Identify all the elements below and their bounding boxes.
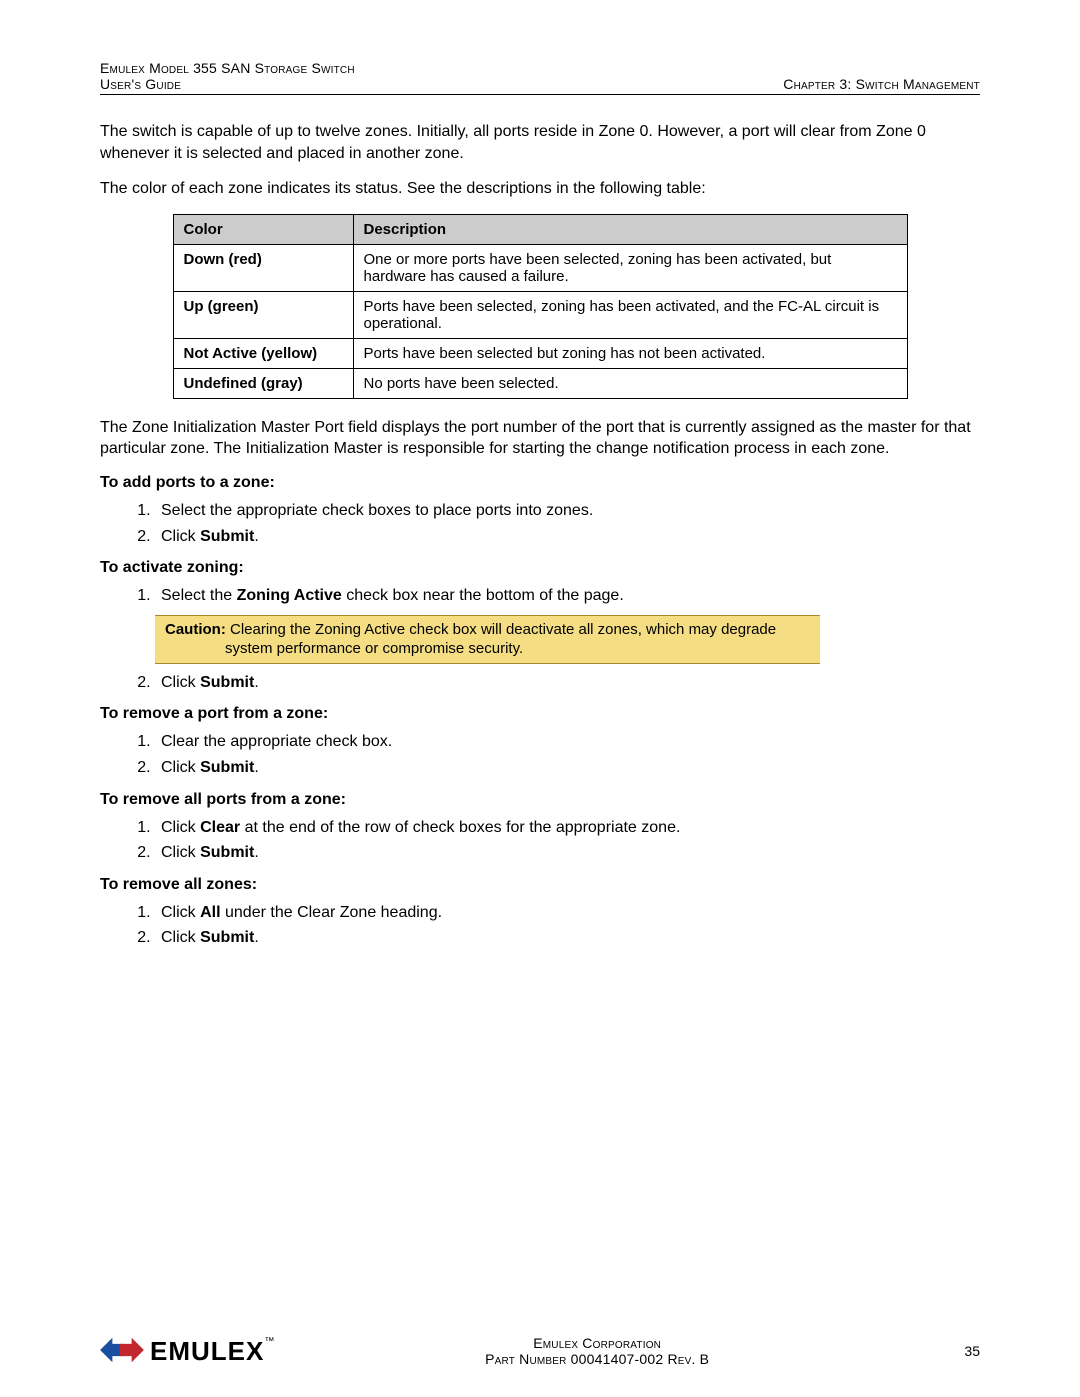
step-text: Click (161, 759, 200, 776)
procedure-remove-port: Clear the appropriate check box. Click S… (135, 729, 980, 780)
procedure-add-ports: Select the appropriate check boxes to pl… (135, 498, 980, 549)
step-bold: Submit (200, 929, 254, 946)
step: Click Submit. (155, 670, 980, 696)
header-guide: User's Guide (100, 76, 355, 92)
zone-status-table: Color Description Down (red) One or more… (173, 214, 908, 399)
step: Click Submit. (155, 925, 980, 951)
step-bold: All (200, 904, 220, 921)
cell-color: Down (red) (173, 244, 353, 291)
emulex-logo-icon (100, 1336, 144, 1367)
procedure-title-remove-all-ports: To remove all ports from a zone: (100, 791, 980, 809)
step-text: . (254, 759, 258, 776)
logo-text: EMULEX™ (150, 1336, 274, 1367)
col-header-color: Color (173, 214, 353, 244)
procedure-title-remove-port: To remove a port from a zone: (100, 705, 980, 723)
col-header-description: Description (353, 214, 907, 244)
step-text: under the Clear Zone heading. (221, 904, 442, 921)
table-row: Not Active (yellow) Ports have been sele… (173, 338, 907, 368)
step: Select the Zoning Active check box near … (155, 583, 980, 609)
cell-color: Not Active (yellow) (173, 338, 353, 368)
step: Click Clear at the end of the row of che… (155, 815, 980, 841)
emulex-logo: EMULEX™ (100, 1336, 274, 1367)
intro-paragraph-2: The color of each zone indicates its sta… (100, 178, 980, 200)
step: Clear the appropriate check box. (155, 729, 980, 755)
table-row: Undefined (gray) No ports have been sele… (173, 368, 907, 398)
step-text: Click (161, 904, 200, 921)
header-product: Emulex Model 355 SAN Storage Switch (100, 60, 355, 76)
step-text: . (254, 929, 258, 946)
logo-wordmark: EMULEX (150, 1336, 264, 1366)
caution-label: Caution: (165, 621, 226, 638)
step-text: Click (161, 528, 200, 545)
step-text: Click (161, 844, 200, 861)
step: Click Submit. (155, 840, 980, 866)
header-chapter: Chapter 3: Switch Management (783, 76, 980, 92)
procedure-title-activate-zoning: To activate zoning: (100, 559, 980, 577)
step-text: Click (161, 929, 200, 946)
step-text: check box near the bottom of the page. (342, 587, 624, 604)
content-area: Emulex Model 355 SAN Storage Switch User… (100, 60, 980, 1295)
paragraph-after-table: The Zone Initialization Master Port fiel… (100, 417, 980, 460)
document-page: Emulex Model 355 SAN Storage Switch User… (0, 0, 1080, 1397)
footer-center: Emulex Corporation Part Number 00041407-… (274, 1335, 920, 1367)
cell-color: Up (green) (173, 291, 353, 338)
table-row: Up (green) Ports have been selected, zon… (173, 291, 907, 338)
cell-color: Undefined (gray) (173, 368, 353, 398)
cell-desc: Ports have been selected, zoning has bee… (353, 291, 907, 338)
table-row: Down (red) One or more ports have been s… (173, 244, 907, 291)
procedure-title-add-ports: To add ports to a zone: (100, 474, 980, 492)
step-bold: Submit (200, 759, 254, 776)
procedure-remove-all-ports: Click Clear at the end of the row of che… (135, 815, 980, 866)
procedure-title-remove-all-zones: To remove all zones: (100, 876, 980, 894)
trademark-icon: ™ (264, 1336, 274, 1347)
footer-company: Emulex Corporation (274, 1335, 920, 1351)
cell-desc: One or more ports have been selected, zo… (353, 244, 907, 291)
step: Select the appropriate check boxes to pl… (155, 498, 980, 524)
step-text: Click (161, 674, 200, 691)
step-bold: Submit (200, 674, 254, 691)
caution-text: Clearing the Zoning Active check box wil… (226, 621, 776, 638)
page-number: 35 (920, 1343, 980, 1359)
step-text: . (254, 844, 258, 861)
table-header-row: Color Description (173, 214, 907, 244)
procedure-activate-zoning-cont: Click Submit. (135, 670, 980, 696)
step-bold: Submit (200, 528, 254, 545)
procedure-remove-all-zones: Click All under the Clear Zone heading. … (135, 900, 980, 951)
page-footer: EMULEX™ Emulex Corporation Part Number 0… (100, 1335, 980, 1367)
step-text: Click (161, 819, 200, 836)
procedure-activate-zoning: Select the Zoning Active check box near … (135, 583, 980, 609)
step-bold: Clear (200, 819, 240, 836)
step: Click Submit. (155, 755, 980, 781)
header-left: Emulex Model 355 SAN Storage Switch User… (100, 60, 355, 92)
step-text: Select the (161, 587, 237, 604)
step-text: . (254, 674, 258, 691)
cell-desc: Ports have been selected but zoning has … (353, 338, 907, 368)
footer-part-number: Part Number 00041407-002 Rev. B (274, 1351, 920, 1367)
caution-text-line2: system performance or compromise securit… (165, 639, 810, 659)
cell-desc: No ports have been selected. (353, 368, 907, 398)
caution-box: Caution: Clearing the Zoning Active chec… (155, 615, 820, 664)
step-bold: Submit (200, 844, 254, 861)
intro-paragraph-1: The switch is capable of up to twelve zo… (100, 121, 980, 164)
step-text: . (254, 528, 258, 545)
step-text: at the end of the row of check boxes for… (240, 819, 680, 836)
page-header: Emulex Model 355 SAN Storage Switch User… (100, 60, 980, 95)
step: Click Submit. (155, 524, 980, 550)
step-bold: Zoning Active (237, 587, 342, 604)
step: Click All under the Clear Zone heading. (155, 900, 980, 926)
